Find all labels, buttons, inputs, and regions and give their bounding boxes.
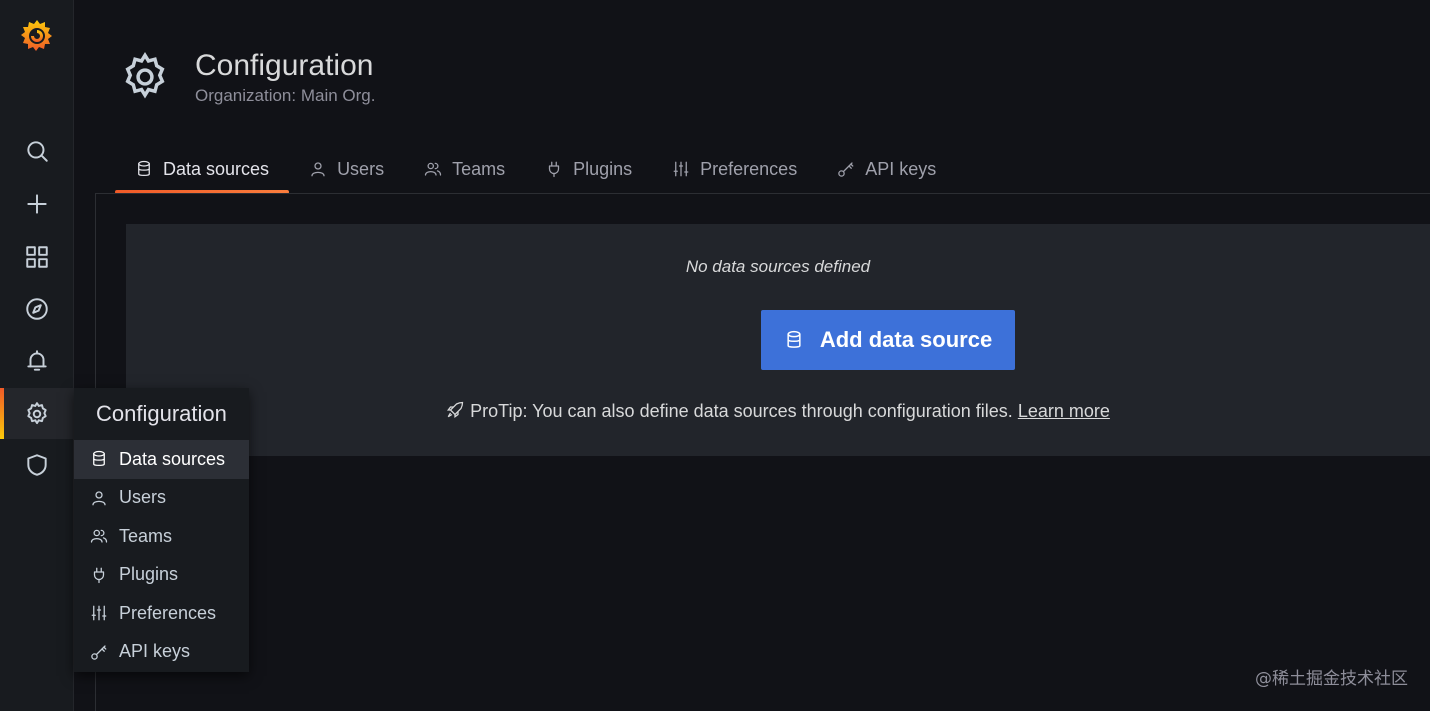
tab-label: Preferences — [700, 158, 798, 179]
tab-preferences[interactable]: Preferences — [652, 146, 817, 192]
protip: ProTip: You can also define data sources… — [126, 401, 1430, 422]
users-icon — [90, 529, 108, 543]
tab-label: Users — [337, 158, 385, 179]
sliders-icon — [673, 161, 689, 177]
plug-icon — [548, 161, 560, 178]
dropdown-item-teams[interactable]: Teams — [74, 517, 249, 556]
tab-teams[interactable]: Teams — [404, 146, 525, 192]
dropdown-item-label: Plugins — [119, 564, 179, 585]
gear-icon — [27, 401, 47, 424]
bell-icon — [27, 350, 47, 371]
tab-label: Teams — [452, 158, 506, 179]
dropdown-item-label: Preferences — [119, 602, 217, 623]
sliders-icon — [91, 605, 107, 621]
page-header: Configuration Organization: Main Org. — [119, 48, 375, 106]
page-title: Configuration — [195, 49, 374, 82]
database-icon — [93, 451, 105, 467]
users-icon — [424, 162, 442, 176]
tab-label: Data sources — [163, 158, 270, 179]
plug-icon — [93, 567, 105, 583]
dropdown-item-label: Teams — [119, 525, 173, 546]
key-icon — [91, 645, 107, 660]
dropdown-item-label: Data sources — [119, 448, 226, 469]
dropdown-item-api-keys[interactable]: API keys — [74, 633, 249, 672]
tab-api-keys[interactable]: API keys — [817, 146, 956, 192]
create-nav-button[interactable] — [0, 180, 74, 228]
watermark: @稀土掘金技术社区 — [1255, 669, 1408, 689]
dropdown-header[interactable]: Configuration — [74, 388, 249, 440]
side-menu — [0, 0, 74, 711]
empty-title: No data sources defined — [685, 257, 871, 276]
dropdown-item-label: API keys — [119, 641, 191, 662]
key-icon — [838, 162, 854, 177]
rocket-icon — [447, 401, 464, 419]
database-icon — [787, 330, 801, 348]
configuration-dropdown-menu: Configuration Data sources Users Teams P… — [74, 388, 249, 672]
dropdown-item-data-sources[interactable]: Data sources — [74, 440, 249, 479]
explore-nav-button[interactable] — [0, 285, 74, 333]
page-subtitle: Organization: Main Org. — [195, 86, 376, 105]
add-data-source-button[interactable]: Add data source — [761, 310, 1015, 370]
dropdown-item-preferences[interactable]: Preferences — [74, 594, 249, 633]
dropdown-item-plugins[interactable]: Plugins — [74, 556, 249, 595]
search-nav-button[interactable] — [0, 127, 74, 175]
add-data-source-label: Add data source — [819, 327, 993, 352]
tab-data-sources[interactable]: Data sources — [115, 146, 290, 194]
configuration-nav-button[interactable] — [0, 388, 74, 439]
dashboards-nav-button[interactable] — [0, 233, 74, 281]
empty-list-cta: No data sources defined Add data source … — [126, 224, 1430, 456]
main-content: Configuration Organization: Main Org. Da… — [75, 0, 1430, 711]
page-tabs: Data sources Users Teams Plugins Prefere… — [115, 146, 956, 194]
learn-more-link[interactable]: Learn more — [1018, 401, 1110, 421]
tab-users[interactable]: Users — [289, 146, 404, 192]
database-icon — [138, 160, 150, 177]
alerting-nav-button[interactable] — [0, 337, 74, 385]
protip-text: ProTip: You can also define data sources… — [470, 401, 1018, 421]
tab-label: Plugins — [573, 158, 633, 179]
tab-plugins[interactable]: Plugins — [525, 146, 652, 192]
configuration-gear-icon — [119, 51, 171, 103]
shield-icon — [27, 454, 47, 476]
page-body: No data sources defined Add data source … — [95, 193, 1430, 711]
compass-icon — [26, 298, 48, 320]
server-admin-nav-button[interactable] — [0, 441, 74, 489]
user-icon — [311, 162, 325, 177]
apps-grid-icon — [26, 246, 48, 268]
dropdown-item-label: Users — [119, 487, 167, 508]
user-icon — [92, 491, 106, 506]
tab-label: API keys — [865, 158, 937, 179]
dropdown-item-users[interactable]: Users — [74, 479, 249, 518]
grafana-logo-icon[interactable] — [19, 17, 55, 53]
plus-icon — [27, 194, 47, 214]
search-icon — [27, 141, 48, 162]
